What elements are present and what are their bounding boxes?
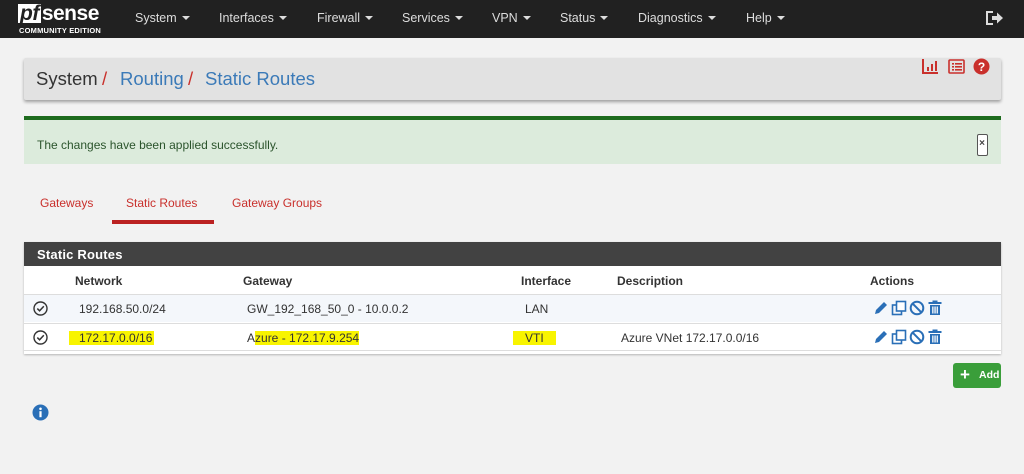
tab-gateway-groups[interactable]: Gateway Groups [232, 196, 322, 210]
logo-pf: pf [18, 2, 41, 25]
check-circle-icon[interactable] [33, 330, 48, 345]
plus-icon: + [960, 365, 970, 384]
logo-sense: sense [41, 2, 100, 25]
breadcrumb: System / Routing / Static Routes ? [24, 58, 1001, 100]
pencil-icon[interactable] [873, 300, 889, 316]
caret-down-icon [707, 15, 716, 20]
column-header-interface: Interface [521, 274, 572, 288]
cell-network: 192.168.50.0/24 [79, 302, 166, 316]
caret-down-icon [365, 15, 374, 20]
breadcrumb-separator: / [102, 68, 108, 89]
table-row[interactable]: 192.168.50.0/24 GW_192_168_50_0 - 10.0.0… [24, 294, 1001, 322]
cell-description: Azure VNet 172.17.0.0/16 [621, 331, 760, 345]
breadcrumb-system: System [36, 68, 98, 89]
nav-interfaces[interactable]: Interfaces [219, 0, 287, 38]
breadcrumb-routing[interactable]: Routing [120, 68, 184, 90]
pencil-icon[interactable] [873, 329, 889, 345]
tab-gateways[interactable]: Gateways [40, 196, 93, 210]
nav-firewall[interactable]: Firewall [317, 0, 374, 38]
tab-static-routes[interactable]: Static Routes [126, 196, 197, 210]
check-circle-icon[interactable] [33, 301, 48, 316]
copy-icon[interactable] [891, 300, 907, 316]
close-icon[interactable]: × [977, 134, 988, 156]
column-header-gateway: Gateway [243, 274, 293, 288]
panel-heading: Static Routes [24, 242, 1001, 266]
nav-vpn[interactable]: VPN [492, 0, 531, 38]
caret-down-icon [600, 15, 609, 20]
page-title[interactable]: Static Routes [205, 68, 315, 90]
add-button[interactable]: + Add [953, 363, 1001, 388]
caret-down-icon [776, 15, 785, 20]
table-row[interactable]: 172.17.0.0/16 Azure - 172.17.9.254 VTI A… [24, 323, 1001, 351]
top-navbar: pf sense COMMUNITY EDITION System Interfa… [0, 0, 1024, 38]
alert-message: The changes have been applied successful… [37, 138, 279, 152]
cell-network: 172.17.0.0/16 [69, 331, 155, 345]
sign-out-icon[interactable] [984, 9, 1004, 27]
disable-icon[interactable] [909, 300, 925, 316]
nav-services[interactable]: Services [402, 0, 463, 38]
svg-text:?: ? [978, 60, 985, 74]
column-header-actions: Actions [870, 274, 915, 288]
trash-icon[interactable] [927, 300, 943, 316]
disable-icon[interactable] [909, 329, 925, 345]
copy-icon[interactable] [891, 329, 907, 345]
nav-help[interactable]: Help [746, 0, 785, 38]
cell-gateway: Azure - 172.17.9.254 [247, 331, 360, 345]
panel-title: Static Routes [37, 247, 123, 262]
cell-interface: LAN [525, 302, 549, 316]
success-alert: The changes have been applied successful… [24, 116, 1001, 164]
caret-down-icon [454, 15, 463, 20]
trash-icon[interactable] [927, 329, 943, 345]
active-tab-indicator [112, 220, 214, 224]
nav-diagnostics[interactable]: Diagnostics [638, 0, 716, 38]
info-icon[interactable] [32, 404, 49, 421]
column-header-description: Description [617, 274, 684, 288]
row-actions [873, 329, 945, 347]
static-routes-panel: Static Routes Network Gateway Interface … [24, 242, 1001, 354]
caret-down-icon [522, 15, 531, 20]
caret-down-icon [181, 15, 190, 20]
nav-status[interactable]: Status [560, 0, 609, 38]
edition-label: COMMUNITY EDITION [19, 26, 102, 35]
row-actions [873, 300, 945, 318]
cell-gateway: GW_192_168_50_0 - 10.0.0.2 [247, 302, 409, 316]
caret-down-icon [278, 15, 287, 20]
cell-interface: VTI [513, 331, 556, 345]
chart-icon[interactable] [922, 58, 939, 75]
nav-system[interactable]: System [135, 0, 190, 38]
help-icon[interactable]: ? [973, 58, 990, 75]
breadcrumb-separator: / [188, 68, 194, 89]
column-header-network: Network [75, 274, 123, 288]
add-button-label: Add [979, 369, 1000, 381]
pfsense-logo[interactable]: pf sense COMMUNITY EDITION [18, 2, 112, 36]
list-icon[interactable] [948, 58, 965, 75]
